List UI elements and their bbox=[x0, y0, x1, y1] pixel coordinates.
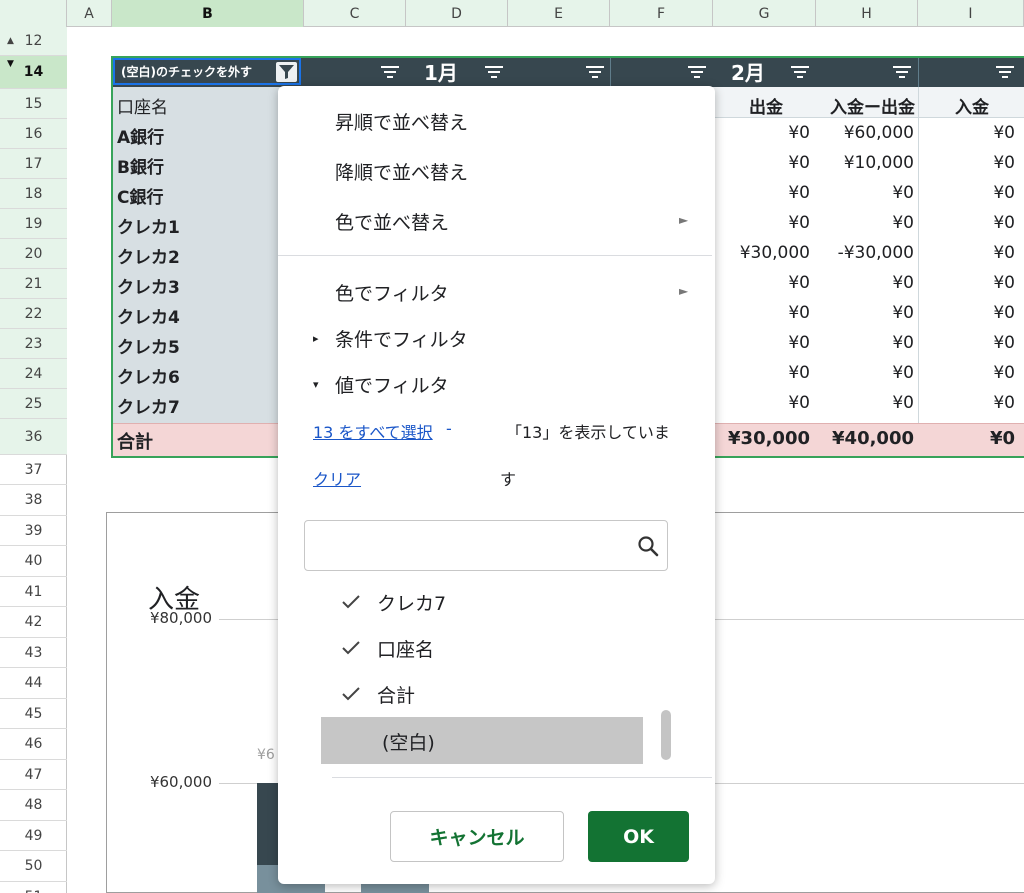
y-tick-label: ¥80,000 bbox=[149, 609, 212, 627]
checkmark-icon bbox=[342, 595, 360, 609]
search-icon[interactable] bbox=[636, 534, 660, 558]
row-header[interactable]: ▼ 14 bbox=[0, 56, 67, 89]
triangle-right-icon: ► bbox=[679, 213, 689, 227]
link-separator: - bbox=[446, 419, 452, 438]
checkmark-icon bbox=[342, 687, 360, 701]
select-all-link[interactable]: 13 をすべて選択 bbox=[313, 419, 433, 443]
row-header[interactable]: 21 bbox=[0, 269, 67, 299]
row-header[interactable]: 19 bbox=[0, 209, 67, 239]
menu-sort-by-color[interactable]: 色で並べ替え bbox=[335, 208, 449, 235]
value-option[interactable]: 口座名 bbox=[377, 635, 434, 662]
column-header-i[interactable]: I bbox=[918, 0, 1024, 27]
row-header[interactable]: 38 bbox=[0, 485, 67, 516]
row-header[interactable]: ▲ 12 bbox=[0, 27, 67, 56]
row-header[interactable]: 40 bbox=[0, 546, 67, 577]
row-header[interactable]: 48 bbox=[0, 790, 67, 821]
menu-divider bbox=[278, 255, 712, 256]
status-text-line2: す bbox=[500, 470, 517, 489]
menu-sort-asc[interactable]: 昇順で並べ替え bbox=[335, 108, 468, 135]
row-header[interactable]: 15 bbox=[0, 89, 67, 119]
value-option-highlighted[interactable] bbox=[321, 717, 643, 764]
menu-filter-by-color[interactable]: 色でフィルタ bbox=[335, 279, 449, 306]
triangle-right-icon[interactable]: ▸ bbox=[313, 332, 319, 345]
status-text-line1: 「13」を表示していま bbox=[506, 423, 670, 442]
menu-filter-by-values[interactable]: 値でフィルタ bbox=[335, 371, 449, 398]
menu-filter-by-condition[interactable]: 条件でフィルタ bbox=[335, 325, 468, 352]
row-header[interactable]: 17 bbox=[0, 149, 67, 179]
row-header[interactable]: 25 bbox=[0, 389, 67, 419]
column-header-row: A B C D E F G H I bbox=[0, 0, 1024, 27]
checkmark-icon bbox=[342, 641, 360, 655]
column-header-f[interactable]: F bbox=[610, 0, 713, 27]
column-header-a[interactable]: A bbox=[67, 0, 112, 27]
row-header[interactable]: 22 bbox=[0, 299, 67, 329]
triangle-right-icon: ► bbox=[679, 284, 689, 298]
row-header[interactable]: 36 bbox=[0, 419, 67, 455]
row-number: 14 bbox=[23, 64, 44, 80]
row-header[interactable]: 45 bbox=[0, 699, 67, 729]
row-header[interactable]: 51 bbox=[0, 882, 67, 893]
triangle-down-icon[interactable]: ▾ bbox=[313, 378, 319, 391]
row-header[interactable]: 43 bbox=[0, 638, 67, 668]
row-header[interactable]: 23 bbox=[0, 329, 67, 359]
value-search-box bbox=[304, 520, 668, 571]
column-header-h[interactable]: H bbox=[816, 0, 918, 27]
row-header[interactable]: 24 bbox=[0, 359, 67, 389]
value-search-input[interactable] bbox=[315, 521, 625, 568]
row-header[interactable]: 20 bbox=[0, 239, 67, 269]
row-header[interactable]: 18 bbox=[0, 179, 67, 209]
value-option[interactable]: 合計 bbox=[377, 681, 415, 708]
filter-dropdown: 昇順で並べ替え 降順で並べ替え 色で並べ替え ► 色でフィルタ ► ▸ 条件でフ… bbox=[278, 86, 715, 884]
row-header[interactable]: 37 bbox=[0, 455, 67, 485]
row-header[interactable]: 42 bbox=[0, 607, 67, 638]
row-number: 12 bbox=[24, 33, 43, 49]
column-header-e[interactable]: E bbox=[508, 0, 610, 27]
value-option[interactable]: (空白) bbox=[382, 728, 435, 755]
column-header-g[interactable]: G bbox=[713, 0, 816, 27]
row-header[interactable]: 44 bbox=[0, 668, 67, 699]
list-scrollbar[interactable] bbox=[661, 710, 671, 760]
collapse-up-icon[interactable]: ▲ bbox=[7, 36, 14, 46]
ok-button[interactable]: OK bbox=[588, 811, 689, 862]
value-option[interactable]: クレカ7 bbox=[377, 589, 446, 616]
expand-down-icon[interactable]: ▼ bbox=[7, 59, 14, 69]
y-tick-label: ¥60,000 bbox=[149, 773, 212, 791]
cancel-button[interactable]: キャンセル bbox=[390, 811, 564, 862]
row-header[interactable]: 46 bbox=[0, 729, 67, 760]
menu-sort-desc[interactable]: 降順で並べ替え bbox=[335, 158, 468, 185]
menu-divider bbox=[332, 777, 712, 778]
row-header-column: ▲ 12 ▼ 14 15 16 17 18 19 20 21 22 23 24 25… bbox=[0, 27, 67, 893]
row-header[interactable]: 16 bbox=[0, 119, 67, 149]
column-header-c[interactable]: C bbox=[304, 0, 406, 27]
column-header-b[interactable]: B bbox=[112, 0, 304, 27]
row-header[interactable]: 47 bbox=[0, 760, 67, 790]
select-all-corner[interactable] bbox=[0, 0, 67, 27]
row-header[interactable]: 39 bbox=[0, 516, 67, 546]
row-header[interactable]: 49 bbox=[0, 821, 67, 851]
data-label: ¥6 bbox=[257, 747, 275, 763]
clear-link[interactable]: クリア bbox=[313, 466, 361, 490]
column-header-d[interactable]: D bbox=[406, 0, 508, 27]
row-header[interactable]: 50 bbox=[0, 851, 67, 882]
row-header[interactable]: 41 bbox=[0, 577, 67, 607]
